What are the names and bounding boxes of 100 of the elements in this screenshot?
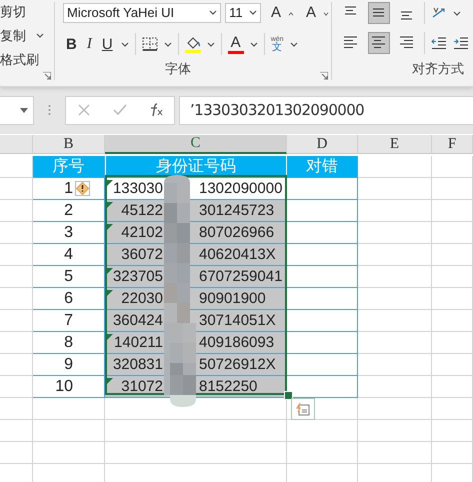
caret-icon[interactable] [290,42,298,46]
align-center-button[interactable] [368,32,390,54]
grid-cell [432,398,473,420]
grid-cell [0,376,33,398]
table-cell: 10 [33,376,105,398]
paint-bucket-icon[interactable] [184,36,201,50]
grid-cell [432,332,473,354]
caret-icon [20,108,28,112]
header-cell: 对错 [287,156,358,178]
table-cell: 3 [33,222,105,244]
check-icon[interactable] [112,103,128,117]
font-size-field[interactable]: 11 [225,2,261,22]
grid-cell [0,200,33,222]
increase-indent-icon[interactable] [453,36,469,50]
grid-cell [432,288,473,310]
caret-icon[interactable] [120,42,129,46]
id-number-end: 8152250 [198,378,258,395]
grid-cell [432,420,473,442]
font-color-button[interactable]: A [228,34,243,50]
caret-icon[interactable] [453,10,461,16]
caret-icon [323,12,329,16]
caret-icon[interactable] [164,42,172,46]
table-cell [287,200,358,222]
table-cell [287,178,358,200]
grid-cell [432,376,473,398]
align-icon [399,36,415,50]
function-icon[interactable] [148,103,164,117]
grid-cell [33,442,105,464]
table-cell [287,244,358,266]
id-number-end: 301245723 [198,202,276,219]
column-header[interactable]: E [358,135,432,154]
id-number-start: 42102 [120,224,163,241]
grid-cell [432,310,473,332]
id-number-start: 31072 [120,378,163,395]
grid-cell [432,200,473,222]
column-header[interactable]: F [432,135,473,154]
group-label: 字体 [165,60,191,78]
id-number-end: 40620413X [198,246,277,263]
grow-font-button[interactable]: A [268,2,296,24]
shrink-font-button[interactable]: A [304,2,331,24]
header-cell: 身份证号码 [105,156,287,178]
table-cell [287,288,358,310]
caret-icon[interactable] [248,10,257,15]
column-header[interactable]: D [287,135,358,154]
caret-icon[interactable] [250,42,258,46]
borders-icon[interactable] [142,37,158,51]
grid-cell [0,442,33,464]
dialog-launcher-icon[interactable] [43,72,51,80]
id-number-start: 36072 [120,246,163,263]
caret-icon[interactable] [209,10,218,15]
id-number-start: 320831 [112,356,163,373]
table-cell [287,332,358,354]
id-number-start: 323705 [112,268,163,285]
align-icon [343,36,359,50]
table-cell [287,310,358,332]
id-number-start: 22030 [120,290,163,307]
clipboard-button[interactable]: 格式刷 [0,50,54,69]
table-cell: 8 [33,332,105,354]
table-cell [287,354,358,376]
header-cell: 序号 [33,156,105,178]
warning-icon [76,182,89,195]
grid-cell [432,222,473,244]
dialog-launcher-icon[interactable] [320,72,328,80]
id-number-end: 1302090000 [198,180,284,197]
bold-button[interactable]: B [64,33,79,55]
align-icon [371,36,387,50]
align-middle-button[interactable] [368,2,390,24]
grid-cell [432,354,473,376]
phonetic-label: 文 [272,42,282,52]
grid-cell [287,442,358,464]
grid-cell [0,354,33,376]
underline-button[interactable]: U [100,33,115,55]
id-number-end: 807026966 [198,224,276,241]
clipboard-button[interactable]: 剪切 [0,2,54,21]
grid-cell [0,398,33,420]
id-number-end: 409186093 [198,334,276,351]
fill-handle[interactable] [284,391,293,400]
warning-button[interactable] [75,181,90,196]
text-angle-icon[interactable] [431,6,447,20]
caret-icon[interactable] [36,33,44,38]
caret-icon[interactable] [206,42,215,46]
group-label: 对齐方式 [412,60,464,78]
column-header[interactable]: B [33,135,105,154]
table-cell: 7 [33,310,105,332]
paste-options-button[interactable] [291,398,315,420]
grid-cell [0,420,33,442]
italic-button[interactable]: I [84,33,94,55]
decrease-indent-icon[interactable] [431,36,447,50]
grid-cell [0,310,33,332]
clipboard-icon [295,402,311,416]
grid-cell [432,244,473,266]
table-cell: 9 [33,354,105,376]
drag-handle-icon[interactable] [48,104,51,116]
font-name-field[interactable]: Microsoft YaHei UI [63,2,222,22]
id-number-start: 360424 [112,312,163,329]
clipboard-button[interactable]: 复制 [0,26,54,45]
column-header[interactable]: C [105,135,287,154]
formula-field[interactable]: ’1330303201302090000 [179,96,473,124]
table-cell: 2 [33,200,105,222]
grid-cell [432,156,473,178]
